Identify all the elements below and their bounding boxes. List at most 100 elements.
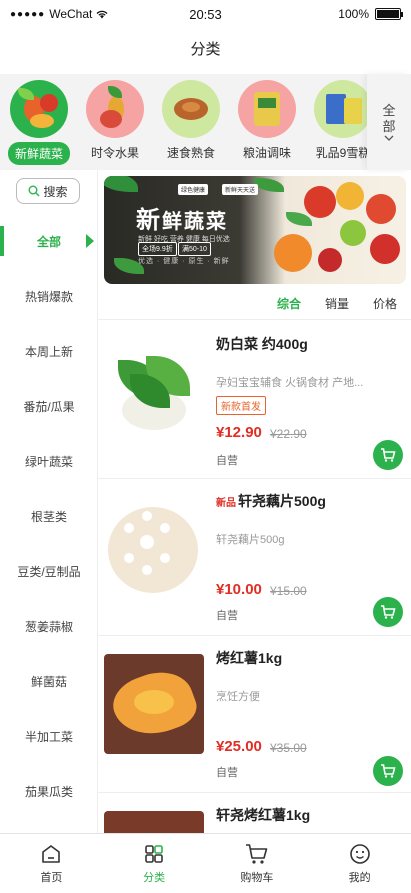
tab-label: 分类 [143, 871, 166, 884]
category-strip: 新鲜蔬菜 时令水果 速食熟食 粮油调味 乳品9雪糕 全 部 [0, 74, 411, 170]
search-button[interactable]: 搜索 [16, 178, 80, 204]
tab-label: 首页 [40, 871, 63, 884]
sidebar: 搜索 全部 热销爆款 本周上新 番茄/瓜果 绿叶蔬菜 根茎类 豆类/豆制品 葱姜… [0, 170, 98, 833]
fruits-image [86, 80, 144, 138]
product-image [104, 654, 204, 754]
sidebar-item-eggplant[interactable]: 茄果瓜类 [0, 764, 98, 818]
ready-meals-image [162, 80, 220, 138]
dairy-image [314, 80, 372, 138]
sidebar-item-label: 番茄/瓜果 [23, 399, 75, 414]
search-label: 搜索 [43, 184, 68, 199]
banner-tag: 全场9.9折 [138, 242, 177, 256]
category-label: 时令水果 [90, 146, 139, 160]
product-description: 烹饪方便 [216, 691, 260, 703]
category-label: 乳品9雪糕 [315, 146, 371, 160]
vegetables-image [10, 80, 68, 138]
category-vegetables[interactable]: 新鲜蔬菜 [8, 80, 70, 165]
product-store: 自营 [216, 767, 238, 779]
product-original-price: ¥15.00 [270, 584, 307, 598]
new-tag: 新品 [216, 498, 236, 509]
category-label: 新鲜蔬菜 [8, 142, 70, 165]
banner-tag: 满50-10 [178, 242, 211, 256]
category-ready-meals[interactable]: 速食熟食 [160, 80, 222, 161]
chevron-down-icon [384, 135, 394, 141]
product-store: 自营 [216, 610, 238, 622]
cart-icon [381, 764, 396, 778]
tab-category[interactable]: 分类 [103, 834, 206, 893]
sidebar-item-root[interactable]: 根茎类 [0, 489, 98, 543]
add-to-cart-button[interactable] [373, 756, 403, 786]
sidebar-item-label: 鲜菌菇 [30, 674, 67, 689]
product-original-price: ¥22.90 [270, 427, 307, 441]
all-label-2: 部 [382, 118, 396, 134]
product-name: 新品 轩尧藕片500g [216, 491, 326, 511]
bottom-tab-bar: 首页 分类 购物车 我的 [0, 833, 411, 893]
sidebar-item-label: 半加工菜 [24, 729, 73, 744]
sidebar-item-label: 全部 [36, 234, 61, 249]
profile-icon [349, 843, 370, 864]
product-description: 孕妇宝宝辅食 火锅食材 产地... [216, 377, 364, 389]
sidebar-item-semi-processed[interactable]: 半加工菜 [0, 709, 98, 763]
category-grain-oil[interactable]: 粮油调味 [236, 80, 298, 161]
banner-badge: 绿色健康 [178, 184, 209, 195]
sidebar-item-hot[interactable]: 热销爆款 [0, 269, 98, 323]
tab-label: 购物车 [240, 871, 274, 884]
banner-title-b: 鲜蔬菜 [162, 211, 228, 233]
all-categories-button[interactable]: 全 部 [367, 74, 411, 170]
tab-cart[interactable]: 购物车 [206, 834, 309, 893]
sort-bar: 综合 销量 价格 [98, 288, 411, 320]
sort-sales[interactable]: 销量 [325, 295, 349, 312]
sidebar-item-label: 茄果瓜类 [24, 784, 73, 799]
product-card[interactable]: 奶白菜 约400g 孕妇宝宝辅食 火锅食材 产地... 新款首发 ¥12.90 … [98, 322, 411, 479]
sidebar-item-label: 葱姜蒜椒 [24, 619, 73, 634]
home-icon [42, 844, 61, 863]
sidebar-item-new[interactable]: 本周上新 [0, 324, 98, 378]
promo-banner[interactable]: 绿色健康 新鲜天天送 新鲜蔬菜 新鲜 好吃 营养 健康 每日优选 全场9.9折 … [104, 176, 406, 284]
cart-icon [245, 843, 268, 864]
sidebar-item-aromatics[interactable]: 葱姜蒜椒 [0, 599, 98, 653]
search-icon [28, 185, 40, 197]
sidebar-item-all[interactable]: 全部 [0, 214, 98, 268]
product-price: ¥12.90 [216, 424, 262, 441]
banner-title: 新鲜蔬菜 [136, 200, 228, 235]
product-price: ¥10.00 [216, 581, 262, 598]
product-image [104, 497, 204, 597]
product-name-text: 轩尧藕片500g [238, 493, 326, 509]
category-dairy[interactable]: 乳品9雪糕 [312, 80, 374, 161]
grain-oil-image [238, 80, 296, 138]
product-name: 奶白菜 约400g [216, 336, 308, 352]
product-card[interactable]: 新品 轩尧藕片500g 轩尧藕片500g ¥10.00 ¥15.00 自营 [98, 479, 411, 636]
sidebar-item-label: 绿叶蔬菜 [24, 454, 73, 469]
add-to-cart-button[interactable] [373, 597, 403, 627]
product-image [104, 340, 204, 440]
sort-comprehensive[interactable]: 综合 [277, 295, 301, 312]
sidebar-item-leafy[interactable]: 绿叶蔬菜 [0, 434, 98, 488]
sidebar-item-label: 热销爆款 [24, 289, 73, 304]
product-card[interactable]: 烤红薯1kg 烹饪方便 ¥25.00 ¥35.00 自营 [98, 636, 411, 793]
cart-icon [381, 605, 396, 619]
tab-home[interactable]: 首页 [0, 834, 103, 893]
cart-icon [381, 448, 396, 462]
category-fruits[interactable]: 时令水果 [84, 80, 146, 161]
sidebar-item-label: 豆类/豆制品 [17, 564, 81, 579]
product-name: 烤红薯1kg [216, 650, 283, 666]
sidebar-item-beans[interactable]: 豆类/豆制品 [0, 544, 98, 598]
product-card[interactable]: 轩尧烤红薯1kg [98, 793, 411, 833]
all-label-1: 全 [382, 102, 396, 118]
page-title: 分类 [190, 40, 221, 58]
banner-title-a: 新 [136, 207, 162, 234]
banner-slogan: 优选 · 健康 · 原生 · 新鲜 [138, 258, 230, 265]
category-icon [145, 844, 163, 863]
sort-price[interactable]: 价格 [373, 295, 397, 312]
clock: 20:53 [189, 6, 222, 22]
product-name: 轩尧烤红薯1kg [216, 807, 311, 823]
battery-icon [375, 8, 403, 20]
tab-profile[interactable]: 我的 [308, 834, 411, 893]
sidebar-item-tomato[interactable]: 番茄/瓜果 [0, 379, 98, 433]
product-description: 轩尧藕片500g [216, 534, 285, 546]
product-price: ¥25.00 [216, 738, 262, 755]
status-bar: ●●●●● WeChat 20:53 100% [0, 0, 411, 28]
category-label: 粮油调味 [242, 146, 291, 160]
sidebar-item-mushroom[interactable]: 鲜菌菇 [0, 654, 98, 708]
add-to-cart-button[interactable] [373, 440, 403, 470]
